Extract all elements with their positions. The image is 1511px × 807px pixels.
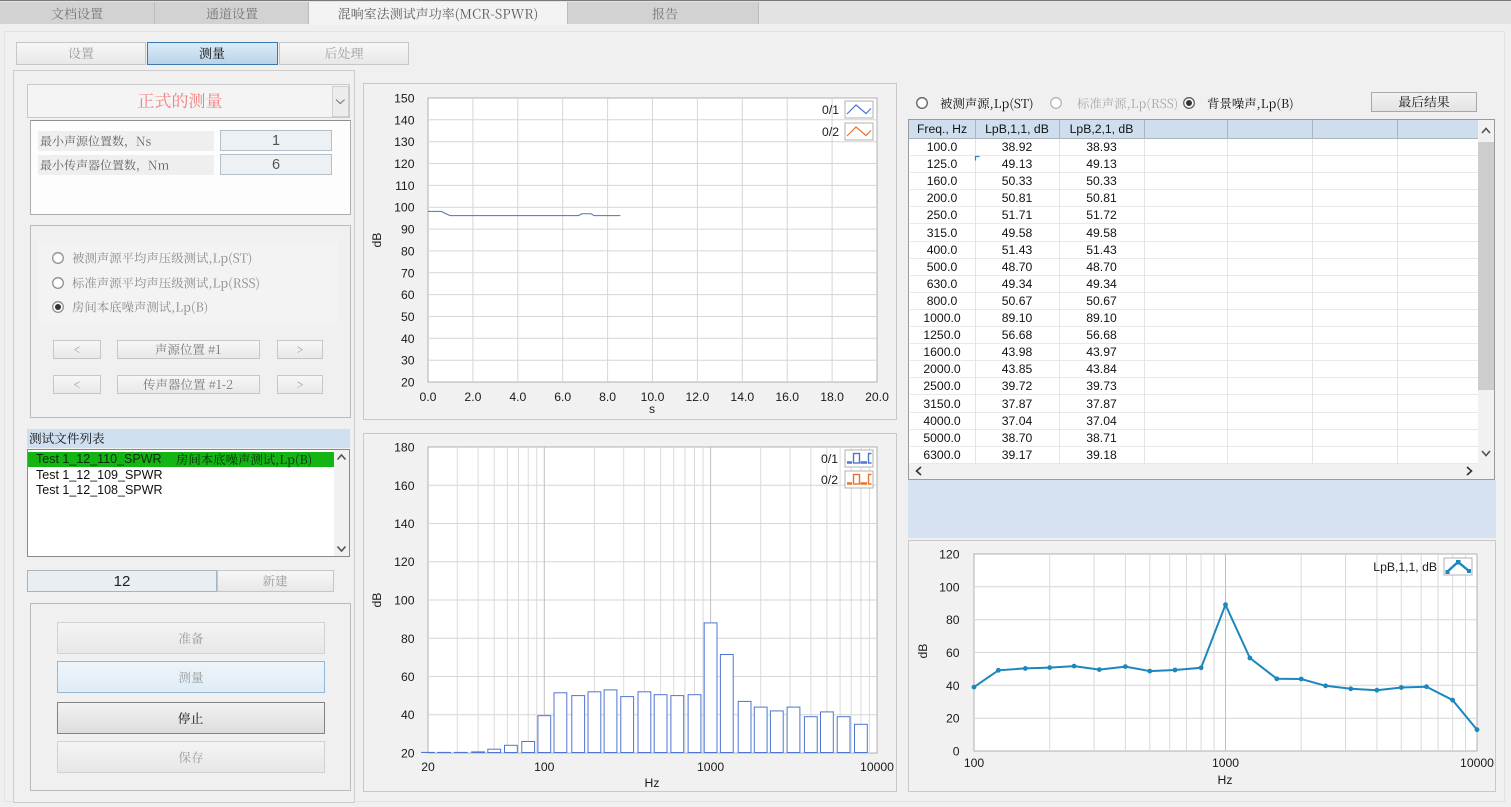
svg-text:100: 100	[394, 201, 415, 215]
svg-text:0/2: 0/2	[821, 473, 838, 487]
svg-text:180: 180	[394, 441, 415, 455]
svg-text:100: 100	[939, 580, 960, 594]
svg-text:8.0: 8.0	[599, 390, 616, 404]
svg-text:30: 30	[401, 354, 415, 368]
svg-text:12.0: 12.0	[686, 390, 710, 404]
svg-text:70: 70	[401, 266, 415, 280]
svg-text:Hz: Hz	[645, 776, 660, 790]
svg-text:1000: 1000	[1212, 756, 1239, 770]
svg-text:110: 110	[395, 179, 415, 193]
svg-text:100: 100	[394, 594, 415, 608]
svg-text:0.0: 0.0	[420, 390, 437, 404]
svg-text:140: 140	[394, 517, 415, 531]
svg-text:80: 80	[401, 244, 415, 258]
svg-text:40: 40	[946, 679, 960, 693]
svg-text:dB: dB	[916, 644, 930, 659]
svg-text:10000: 10000	[1460, 756, 1494, 770]
svg-text:LpB,1,1, dB: LpB,1,1, dB	[1373, 560, 1437, 574]
svg-text:0/1: 0/1	[822, 103, 839, 117]
svg-text:50: 50	[401, 310, 415, 324]
svg-text:Hz: Hz	[1218, 773, 1233, 787]
svg-text:120: 120	[939, 548, 960, 562]
svg-text:20: 20	[421, 760, 435, 774]
svg-text:160: 160	[394, 479, 415, 493]
svg-text:14.0: 14.0	[730, 390, 754, 404]
svg-text:130: 130	[394, 135, 415, 149]
svg-text:80: 80	[946, 613, 960, 627]
svg-text:20: 20	[401, 747, 415, 761]
svg-text:100: 100	[964, 756, 985, 770]
svg-text:dB: dB	[370, 233, 384, 248]
svg-text:60: 60	[401, 670, 415, 684]
svg-text:40: 40	[401, 708, 415, 722]
svg-text:18.0: 18.0	[820, 390, 844, 404]
svg-text:6.0: 6.0	[554, 390, 571, 404]
svg-text:120: 120	[394, 157, 415, 171]
svg-text:s: s	[649, 402, 655, 416]
svg-text:0: 0	[953, 745, 960, 759]
svg-text:0/2: 0/2	[822, 125, 839, 139]
svg-text:40: 40	[401, 332, 415, 346]
svg-text:16.0: 16.0	[775, 390, 799, 404]
svg-text:20: 20	[946, 712, 960, 726]
svg-text:100: 100	[534, 760, 555, 774]
svg-text:10000: 10000	[860, 760, 894, 774]
svg-text:2.0: 2.0	[464, 390, 481, 404]
svg-text:0/1: 0/1	[821, 452, 838, 466]
svg-text:60: 60	[946, 646, 960, 660]
svg-text:140: 140	[394, 113, 415, 127]
svg-text:90: 90	[401, 223, 415, 237]
svg-text:4.0: 4.0	[509, 390, 526, 404]
svg-text:dB: dB	[370, 593, 384, 608]
svg-text:120: 120	[394, 555, 415, 569]
svg-text:150: 150	[394, 92, 415, 106]
svg-text:60: 60	[401, 288, 415, 302]
svg-text:80: 80	[401, 632, 415, 646]
svg-text:1000: 1000	[697, 760, 724, 774]
svg-text:20.0: 20.0	[865, 390, 889, 404]
svg-text:20: 20	[401, 376, 415, 390]
